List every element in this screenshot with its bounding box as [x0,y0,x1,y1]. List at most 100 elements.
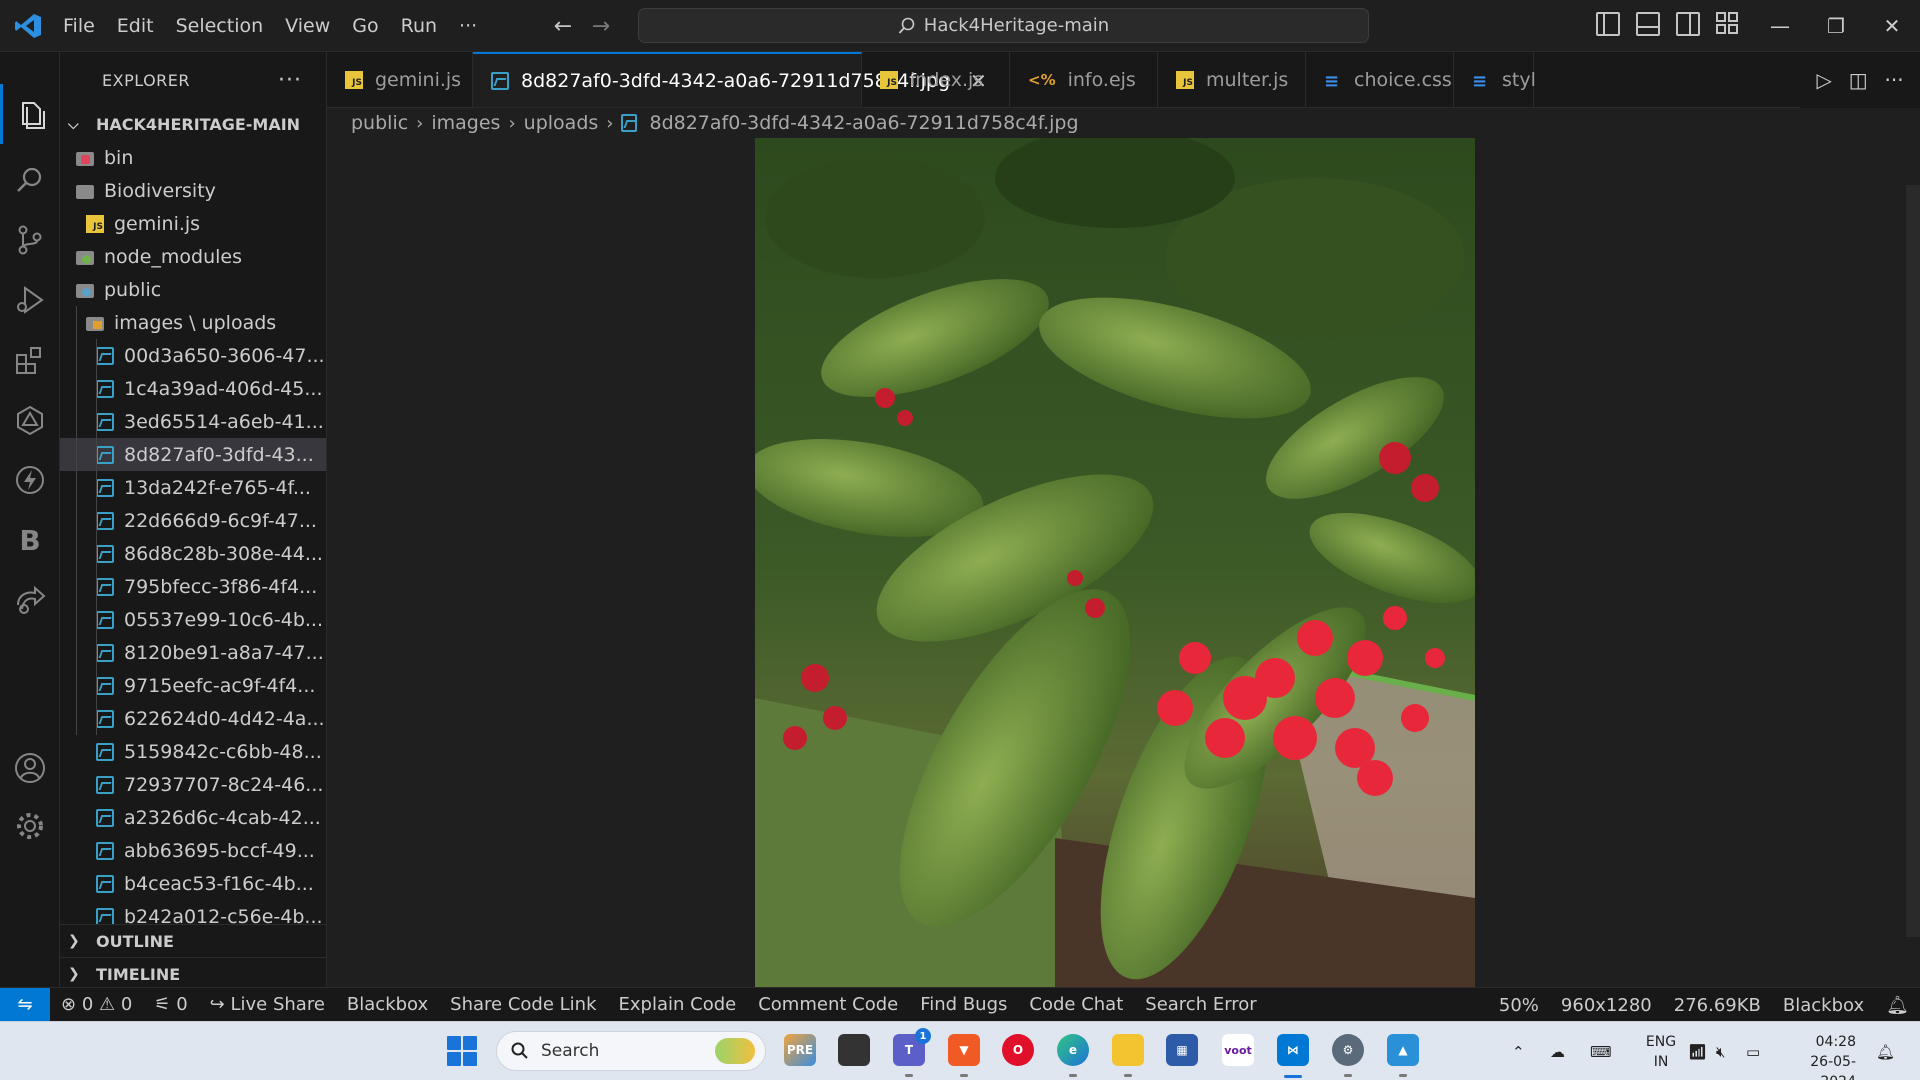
tree-file[interactable]: 22d666d9-6c9f-47... [60,504,326,537]
toggle-secondary-sidebar-icon[interactable] [1676,12,1700,36]
tree-file[interactable]: 8120be91-a8a7-47... [60,636,326,669]
blackbox-status[interactable]: Blackbox [1772,995,1875,1016]
teams-app-icon[interactable]: T 1 [893,1028,931,1066]
breadcrumb-item[interactable]: public [351,112,408,134]
system-clock[interactable]: 04:28 26-05-2024 [1786,1032,1856,1080]
extensions-icon[interactable] [0,330,60,390]
minimize-icon[interactable]: — [1752,0,1808,52]
tree-file[interactable]: a2326d6c-4cab-42... [60,801,326,834]
tree-file[interactable]: abb63695-bccf-49... [60,834,326,867]
editor-tab[interactable]: ≡ styl [1454,52,1536,107]
language-indicator[interactable]: ENG IN [1636,1032,1686,1072]
opera-browser-icon[interactable]: O [1002,1034,1034,1066]
editor-tab[interactable]: ≡ choice.css [1306,52,1454,107]
editor-tab[interactable]: JS index.js [862,52,1010,107]
wifi-icon[interactable]: 📶︎ [1688,1022,1707,1080]
forward-arrow-icon[interactable]: → [590,14,612,39]
settings-gear-icon[interactable] [0,796,60,856]
vertical-scrollbar[interactable] [1906,185,1920,937]
breadcrumb-item[interactable]: images [431,112,500,134]
editor-tab[interactable]: JS gemini.js [327,52,473,107]
close-window-icon[interactable]: ✕ [1864,0,1920,52]
more-actions-icon[interactable]: ··· [1884,68,1903,92]
notifications-bell-icon[interactable]: 🔔︎ [1875,995,1920,1016]
show-hidden-icons[interactable]: ⌃ [1512,1022,1525,1080]
menu-item-run[interactable]: Run [390,15,448,37]
blackbox-icon[interactable]: B [0,510,60,570]
timeline-section[interactable]: ❯ TIMELINE [60,957,326,987]
keyboard-icon[interactable]: ⌨ [1590,1022,1612,1080]
tree-file[interactable]: 1c4a39ad-406d-45... [60,372,326,405]
source-control-icon[interactable] [0,210,60,270]
task-view-icon[interactable] [838,1034,870,1066]
tree-file[interactable]: 9715eefc-ac9f-4f4... [60,669,326,702]
menu-item-edit[interactable]: Edit [106,15,165,37]
tree-file[interactable]: 72937707-8c24-46... [60,768,326,801]
tree-file[interactable]: 86d8c28b-308e-44... [60,537,326,570]
volume-muted-icon[interactable]: 🔇︎ [1716,1022,1725,1080]
run-debug-icon[interactable] [0,270,60,330]
accounts-icon[interactable] [0,738,60,798]
tree-file[interactable]: b4ceac53-f16c-4b... [60,867,326,900]
status-item-code-chat[interactable]: Code Chat [1018,994,1134,1015]
battery-icon[interactable]: ▭ [1746,1022,1760,1080]
live-share-button[interactable]: ↪ Live Share [199,994,336,1015]
explorer-more-icon[interactable]: ··· [278,68,302,93]
status-item-explain-code[interactable]: Explain Code [608,994,748,1015]
menu-item-file[interactable]: File [52,15,106,37]
tree-folder[interactable]: images \ uploads [60,306,326,339]
remote-indicator-icon[interactable]: ⇋ [0,987,50,1022]
tree-file[interactable]: 8d827af0-3dfd-43... [60,438,326,471]
explorer-icon[interactable] [0,84,60,144]
widgets-app-icon[interactable]: PRE [784,1034,816,1066]
editor-tab[interactable]: <% info.ejs [1010,52,1158,107]
tree-file[interactable]: 622624d0-4d42-4a... [60,702,326,735]
breadcrumb-item[interactable]: 8d827af0-3dfd-4342-a0a6-72911d758c4f.jpg [649,112,1078,134]
toggle-primary-sidebar-icon[interactable] [1596,12,1620,36]
tree-file[interactable]: 5159842c-c6bb-48... [60,735,326,768]
file-explorer-icon[interactable] [1112,1034,1144,1066]
voot-app-icon[interactable]: voot [1222,1034,1254,1066]
tree-folder[interactable]: Biodiversity [60,174,326,207]
breadcrumb-item[interactable]: uploads [524,112,599,134]
tree-file[interactable]: 05537e99-10c6-4b... [60,603,326,636]
menu-more-icon[interactable]: ··· [448,15,488,37]
tree-folder[interactable]: public [60,273,326,306]
status-item-search-error[interactable]: Search Error [1134,994,1267,1015]
thunder-client-icon[interactable] [0,450,60,510]
vscode-taskbar-icon[interactable]: ⋈ [1277,1034,1309,1066]
photos-app-icon[interactable]: ▲ [1387,1034,1419,1066]
tree-file[interactable]: 13da242f-e765-4f... [60,471,326,504]
microsoft-store-icon[interactable]: ▦ [1166,1034,1198,1066]
zoom-level[interactable]: 50% [1488,995,1550,1016]
workspace-root[interactable]: ⌵ HACK4HERITAGE-MAIN [60,108,326,141]
menu-item-view[interactable]: View [274,15,341,37]
outline-section[interactable]: ❯ OUTLINE [60,924,326,957]
split-editor-icon[interactable]: ◫ [1849,68,1868,92]
notification-center-icon[interactable]: 🔔︎ [1876,1022,1895,1080]
editor-tab[interactable]: JS multer.js [1158,52,1306,107]
back-arrow-icon[interactable]: ← [552,14,574,39]
problems-indicator[interactable]: ⊗ 0 ⚠ 0 [50,994,143,1015]
customize-layout-icon[interactable] [1716,12,1740,36]
tree-file[interactable]: JS gemini.js [60,207,326,240]
command-center-search[interactable]: Hack4Heritage-main [638,8,1369,43]
settings-app-icon[interactable]: ⚙ [1332,1034,1364,1066]
search-activity-icon[interactable] [0,150,60,210]
restore-icon[interactable]: ❐ [1808,0,1864,52]
toggle-panel-icon[interactable] [1636,12,1660,36]
menu-item-go[interactable]: Go [341,15,389,37]
tree-file[interactable]: 795bfecc-3f86-4f4... [60,570,326,603]
editor-tab[interactable]: 8d827af0-3dfd-4342-a0a6-72911d758c4f.jpg… [473,52,987,107]
windows-start-icon[interactable] [447,1036,477,1066]
run-icon[interactable]: ▷ [1816,68,1831,92]
tree-file[interactable]: 00d3a650-3606-47... [60,339,326,372]
status-item-blackbox[interactable]: Blackbox [336,994,439,1015]
tree-folder[interactable]: bin [60,141,326,174]
taskbar-search[interactable]: Search [496,1031,766,1071]
status-item-share-code-link[interactable]: Share Code Link [439,994,607,1015]
status-item-comment-code[interactable]: Comment Code [747,994,909,1015]
tree-file[interactable]: 3ed65514-a6eb-41... [60,405,326,438]
live-share-activity-icon[interactable] [0,570,60,630]
status-item-find-bugs[interactable]: Find Bugs [909,994,1018,1015]
